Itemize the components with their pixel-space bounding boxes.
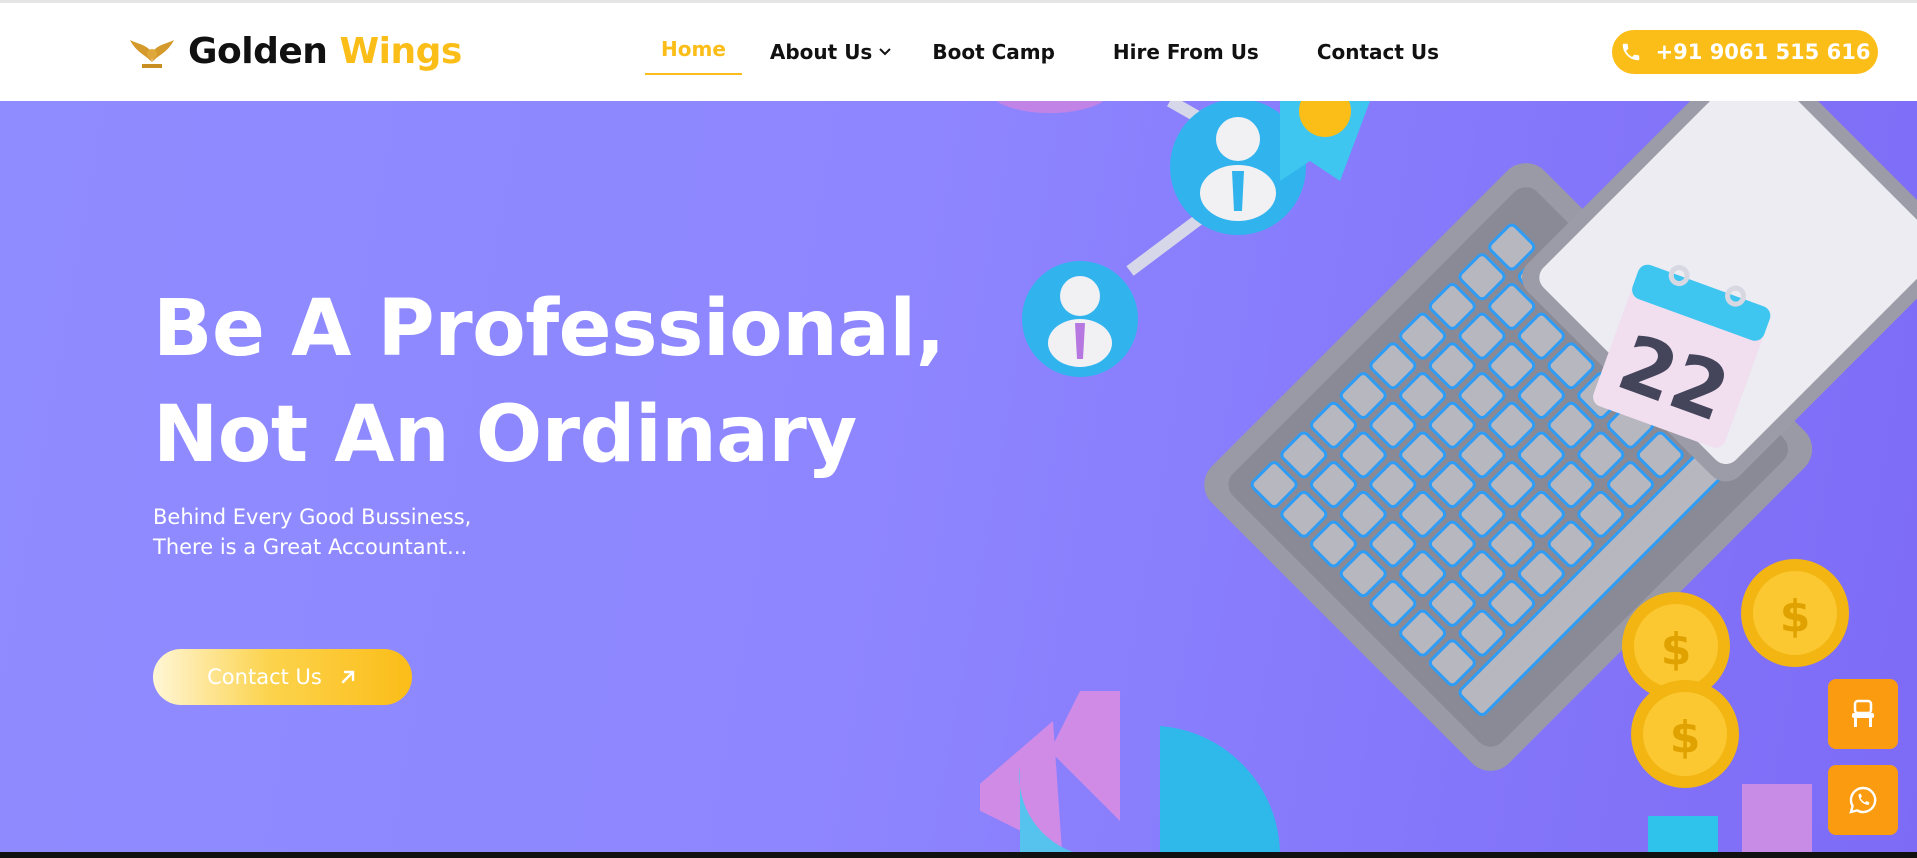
nav-hire-from-us[interactable]: Hire From Us [1113,40,1259,64]
svg-text:$: $ [1780,591,1811,642]
brand-name-part2: Wings [339,31,462,72]
site-header: Golden Wings Home About Us Boot Camp Hir… [0,0,1917,101]
nav-about-us[interactable]: About Us [770,40,892,64]
nav-about-us-label: About Us [769,40,873,64]
nav-contact-us[interactable]: Contact Us [1317,40,1439,64]
hero-illustration: 22 $ $ $ [980,101,1917,854]
hero-subtext-line2: There is a Great Accountant... [153,535,468,559]
nav-hire-from-us-label: Hire From Us [1112,40,1259,64]
hero-headline: Be A Professional, Not An Ordinary [153,276,945,488]
main-nav: Home About Us Boot Camp Hire From Us Con… [645,29,1479,75]
chevron-down-icon [879,48,892,56]
whatsapp-icon [1849,786,1877,814]
nav-home[interactable]: Home [645,29,742,75]
svg-text:$: $ [1661,624,1692,675]
hero-contact-button-label: Contact Us [207,665,322,689]
chair-icon [1852,699,1874,727]
hero-headline-line2: Not An Ordinary [153,390,857,480]
hero-headline-line1: Be A Professional, [153,284,945,374]
nav-home-label: Home [661,37,726,61]
nav-contact-us-label: Contact Us [1316,40,1440,64]
brand-name-part1: Golden [188,31,340,72]
brand-logo[interactable]: Golden Wings [128,31,462,72]
floating-whatsapp-button[interactable] [1828,765,1898,835]
phone-number: +91 9061 515 616 [1655,40,1871,64]
nav-boot-camp-label: Boot Camp [932,40,1055,64]
hero-subtext-line1: Behind Every Good Bussiness, [153,505,472,529]
bottom-edge [0,852,1917,858]
phone-button[interactable]: +91 9061 515 616 [1612,30,1878,74]
coin-icon: $ [1631,680,1739,788]
svg-text:$: $ [1670,712,1701,763]
hero-section: Be A Professional, Not An Ordinary Behin… [0,101,1917,854]
hero-subtext: Behind Every Good Bussiness, There is a … [153,502,471,562]
arrow-up-right-icon [341,670,355,684]
user-avatar-icon [1022,261,1138,377]
wings-emblem-icon [130,39,174,68]
brand-name: Golden Wings [188,31,462,72]
coin-icon: $ [1741,559,1849,667]
phone-icon [1622,43,1639,61]
hero-contact-button[interactable]: Contact Us [153,649,412,705]
floating-chair-button[interactable] [1828,679,1898,749]
nav-boot-camp[interactable]: Boot Camp [932,40,1055,64]
